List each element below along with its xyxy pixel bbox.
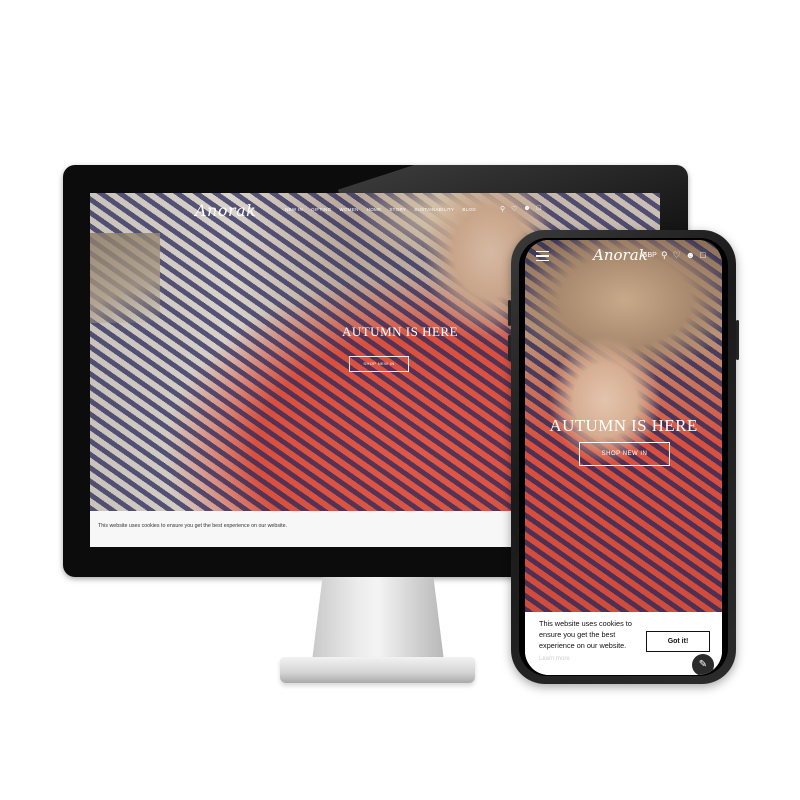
mobile-navbar: Anorak GBP ⚲ ♡ ☻ □ bbox=[525, 240, 722, 274]
desktop-nav-icons: ⚲ ♡ ☻ □ bbox=[500, 205, 541, 213]
desktop-nav-links: NEW IN GIFTING WOMEN HOME STORY SUSTAINA… bbox=[285, 207, 476, 212]
desktop-hero-background-hill bbox=[90, 233, 160, 323]
desktop-navbar: Anorak NEW IN GIFTING WOMEN HOME STORY S… bbox=[90, 193, 660, 225]
phone-screen: Anorak GBP ⚲ ♡ ☻ □ AUTUMN IS HERE SHOP N… bbox=[525, 240, 722, 675]
bag-icon[interactable]: □ bbox=[537, 205, 541, 213]
nav-link-women[interactable]: WOMEN bbox=[339, 207, 358, 212]
mobile-cookie-text: This website uses cookies to ensure you … bbox=[539, 619, 632, 650]
currency-selector[interactable]: GBP bbox=[642, 252, 657, 259]
learn-more-link[interactable]: Learn more bbox=[539, 656, 570, 662]
desktop-cookie-text: This website uses cookies to ensure you … bbox=[98, 523, 288, 529]
heart-icon[interactable]: ♡ bbox=[673, 250, 681, 261]
user-icon[interactable]: ☻ bbox=[686, 250, 695, 261]
monitor-stand-neck bbox=[312, 577, 444, 661]
nav-link-gifting[interactable]: GIFTING bbox=[311, 207, 331, 212]
bag-icon[interactable]: □ bbox=[700, 250, 705, 261]
hamburger-menu-icon[interactable] bbox=[536, 251, 549, 262]
mobile-nav-icons: ⚲ ♡ ☻ □ bbox=[661, 250, 706, 261]
mobile-hero-headline: AUTUMN IS HERE bbox=[549, 416, 698, 435]
nav-link-home[interactable]: HOME bbox=[367, 207, 382, 212]
search-icon[interactable]: ⚲ bbox=[661, 250, 668, 261]
monitor-stand-base bbox=[280, 657, 475, 683]
phone-power-button bbox=[736, 320, 739, 360]
got-it-button[interactable]: Got it! bbox=[646, 631, 710, 652]
nav-link-new-in[interactable]: NEW IN bbox=[285, 207, 303, 212]
pencil-edit-icon[interactable]: ✎ bbox=[692, 654, 714, 675]
nav-link-blog[interactable]: BLOG bbox=[462, 207, 476, 212]
mobile-logo[interactable]: Anorak bbox=[593, 246, 648, 264]
mobile-shop-new-in-button[interactable]: SHOP NEW IN bbox=[579, 442, 670, 466]
search-icon[interactable]: ⚲ bbox=[500, 205, 505, 213]
heart-icon[interactable]: ♡ bbox=[511, 205, 517, 213]
desktop-hero-headline: AUTUMN IS HERE bbox=[341, 324, 459, 339]
nav-link-story[interactable]: STORY bbox=[389, 207, 406, 212]
desktop-shop-new-in-button[interactable]: SHOP NEW IN bbox=[349, 356, 409, 372]
desktop-logo[interactable]: Anorak bbox=[195, 201, 256, 220]
nav-link-sustainability[interactable]: SUSTAINABILITY bbox=[414, 207, 454, 212]
user-icon[interactable]: ☻ bbox=[523, 205, 530, 213]
